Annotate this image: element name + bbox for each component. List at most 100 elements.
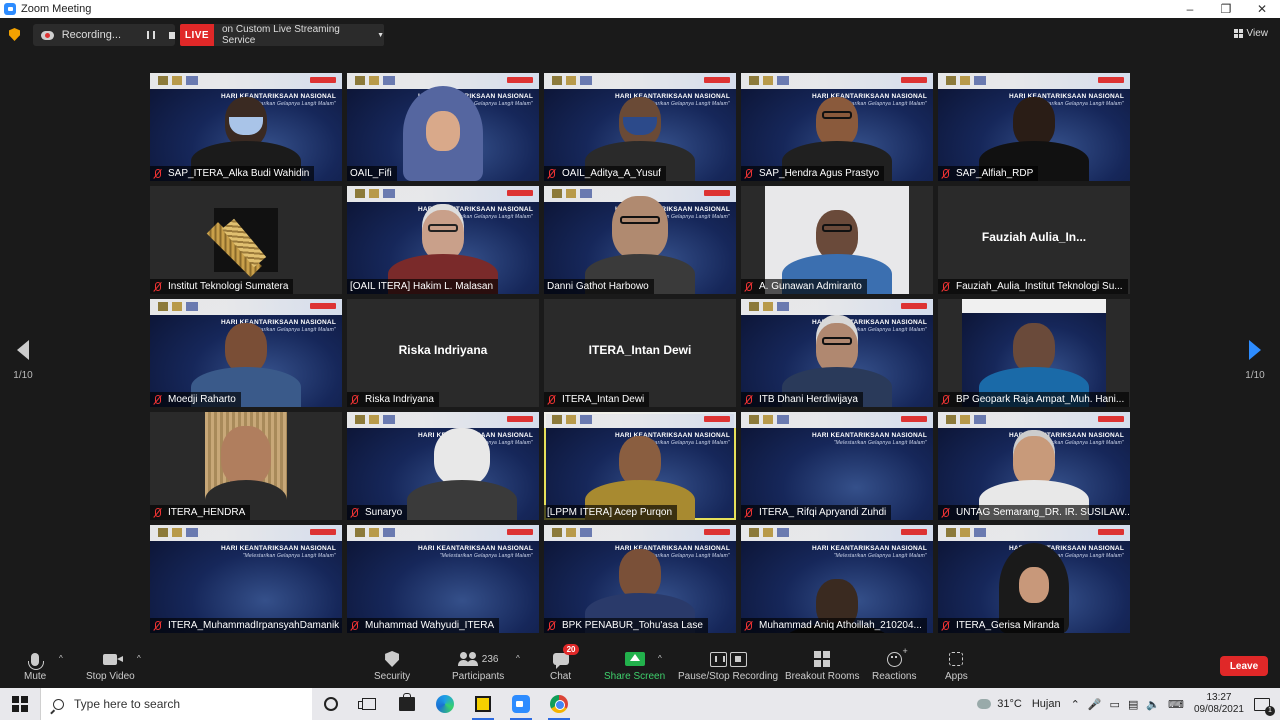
participant-tile[interactable]: HARI KEANTARIKSAAN NASIONAL"Melestarikan… <box>150 299 342 407</box>
participant-name-label: SAP_Hendra Agus Prastyo <box>741 166 885 181</box>
live-stream-dropdown[interactable]: on Custom Live Streaming Service ▼ <box>214 24 384 46</box>
participants-count: 236 <box>481 653 499 665</box>
participant-tile[interactable]: HARI KEANTARIKSAAN NASIONAL"Melestarikan… <box>347 73 539 181</box>
participant-tile[interactable]: HARI KEANTARIKSAAN NASIONAL"Melestarikan… <box>544 186 736 294</box>
participant-tile[interactable]: HARI KEANTARIKSAAN NASIONAL"Melestarikan… <box>938 412 1130 520</box>
arrow-left-icon <box>17 340 29 360</box>
chat-button[interactable]: 20 Chat <box>550 644 580 682</box>
page-indicator-left: 1/10 <box>13 370 33 381</box>
participant-tile-active-speaker[interactable]: HARI KEANTARIKSAAN NASIONAL "Melestarikan… <box>544 412 736 520</box>
participant-tile[interactable]: BP Geopark Raja Ampat_Muh. Hani... <box>938 299 1130 407</box>
close-button[interactable]: ✕ <box>1244 0 1280 18</box>
task-view-icon <box>358 698 376 710</box>
stop-recording-icon[interactable] <box>168 31 175 39</box>
window-controls: – ❐ ✕ <box>1172 0 1280 18</box>
previous-page-button[interactable]: 1/10 <box>8 340 38 381</box>
participant-tile[interactable]: HARI KEANTARIKSAAN NASIONAL"Melestarikan… <box>938 73 1130 181</box>
zoom-app-icon <box>4 3 16 15</box>
next-page-button[interactable]: 1/10 <box>1240 340 1270 381</box>
weather-condition[interactable]: Hujan <box>1032 698 1061 710</box>
taskbar-clock[interactable]: 13:27 09/08/2021 <box>1194 692 1244 716</box>
pause-stop-recording-button[interactable]: Pause/Stop Recording <box>678 650 778 682</box>
participants-options-caret[interactable]: ^ <box>516 654 520 663</box>
participant-tile[interactable]: HARI KEANTARIKSAAN NASIONAL"Melestarikan… <box>741 412 933 520</box>
participant-tile[interactable]: HARI KEANTARIKSAAN NASIONAL"Melestarikan… <box>150 525 342 633</box>
participant-tile[interactable]: HARI KEANTARIKSAAN NASIONAL"Melestarikan… <box>150 73 342 181</box>
participant-tile[interactable]: HARI KEANTARIKSAAN NASIONAL"Melestarikan… <box>347 525 539 633</box>
share-screen-button[interactable]: Share Screen <box>604 650 665 682</box>
tray-icons: ⌃ 🎤 ▭ ▤ 🔈 ⌨ <box>1071 698 1184 711</box>
muted-mic-icon <box>941 281 950 292</box>
temperature[interactable]: 31°C <box>997 698 1022 710</box>
breakout-rooms-button[interactable]: Breakout Rooms <box>785 650 859 682</box>
security-button[interactable]: Security <box>374 650 410 682</box>
taskbar-store-app[interactable] <box>388 688 426 720</box>
participants-button[interactable]: 236 Participants <box>452 650 504 682</box>
participant-tile[interactable]: Riska Indriyana Riska Indriyana <box>347 299 539 407</box>
participant-tile[interactable]: HARI KEANTARIKSAAN NASIONAL"Melestarikan… <box>544 525 736 633</box>
muted-mic-icon <box>153 620 162 631</box>
battery-icon[interactable]: ▭ <box>1110 698 1120 711</box>
notification-center-icon[interactable]: 1 <box>1254 697 1275 716</box>
participant-name-label: [LPPM ITERA] Acep Purqon <box>544 505 678 520</box>
participant-tile[interactable]: ITERA_Intan Dewi ITERA_Intan Dewi <box>544 299 736 407</box>
security-shield-icon <box>385 651 400 667</box>
taskbar-sticky-notes-app[interactable] <box>464 688 502 720</box>
participant-tile[interactable]: HARI KEANTARIKSAAN NASIONAL"Melestarikan… <box>741 299 933 407</box>
breakout-rooms-icon <box>814 651 831 667</box>
muted-mic-icon <box>350 507 359 518</box>
participant-tile[interactable]: HARI KEANTARIKSAAN NASIONAL"Melestarikan… <box>544 73 736 181</box>
participant-tile[interactable]: A. Gunawan Admiranto <box>741 186 933 294</box>
apps-button[interactable]: Apps <box>945 650 968 682</box>
cortana-button[interactable] <box>312 688 350 720</box>
network-icon[interactable]: ▤ <box>1128 698 1138 711</box>
participant-name-label: Riska Indriyana <box>347 392 439 407</box>
encryption-shield-icon[interactable] <box>9 28 20 41</box>
reactions-button[interactable]: Reactions <box>872 646 916 683</box>
muted-mic-icon <box>547 620 556 631</box>
mute-button[interactable]: Mute <box>24 650 46 682</box>
view-button[interactable]: View <box>1233 28 1269 39</box>
volume-icon[interactable]: 🔈 <box>1146 698 1160 711</box>
video-options-caret[interactable]: ^ <box>137 654 141 663</box>
task-view-button[interactable] <box>350 688 388 720</box>
view-label: View <box>1246 28 1269 39</box>
chevron-up-icon[interactable]: ⌃ <box>1071 698 1080 711</box>
participant-tile[interactable]: Institut Teknologi Sumatera <box>150 186 342 294</box>
participant-tile[interactable]: HARI KEANTARIKSAAN NASIONAL"Melestarikan… <box>741 525 933 633</box>
participant-name-label: Institut Teknologi Sumatera <box>150 279 294 294</box>
participant-tile[interactable]: ITERA_HENDRA <box>150 412 342 520</box>
participant-name-label: A. Gunawan Admiranto <box>741 279 867 294</box>
participant-name-label: OAIL_Aditya_A_Yusuf <box>544 166 666 181</box>
taskbar-zoom-app[interactable] <box>502 688 540 720</box>
search-placeholder: Type here to search <box>74 697 181 711</box>
participant-name-label: ITERA_HENDRA <box>150 505 251 520</box>
minimize-button[interactable]: – <box>1172 0 1208 18</box>
window-title: Zoom Meeting <box>21 3 92 15</box>
weather-rain-icon[interactable] <box>977 699 992 709</box>
leave-button[interactable]: Leave <box>1220 656 1268 676</box>
taskbar-edge-app[interactable] <box>426 688 464 720</box>
share-options-caret[interactable]: ^ <box>658 654 662 663</box>
stop-icon <box>729 651 747 667</box>
participant-tile[interactable]: Fauziah Aulia_In... Fauziah_Aulia_Instit… <box>938 186 1130 294</box>
participant-name-label: Muhammad Wahyudi_ITERA <box>347 618 500 633</box>
participant-tile[interactable]: HARI KEANTARIKSAAN NASIONAL"Melestarikan… <box>347 186 539 294</box>
pause-recording-icon[interactable] <box>147 31 155 39</box>
keyboard-icon[interactable]: ⌨ <box>1168 698 1184 711</box>
stop-video-button[interactable]: Stop Video <box>86 650 135 682</box>
windows-start-icon[interactable] <box>12 696 28 712</box>
audio-options-caret[interactable]: ^ <box>59 654 63 663</box>
taskbar-chrome-app[interactable] <box>540 688 578 720</box>
participant-name-label: Moedji Raharto <box>150 392 241 407</box>
participant-tile[interactable]: HARI KEANTARIKSAAN NASIONAL"Melestarikan… <box>938 525 1130 633</box>
clock-date: 09/08/2021 <box>1193 704 1244 715</box>
microphone-tray-icon[interactable]: 🎤 <box>1088 698 1102 711</box>
taskbar-search-box[interactable]: Type here to search <box>40 688 312 720</box>
muted-mic-icon <box>941 394 950 405</box>
participant-name-label: ITERA_ Rifqi Apryandi Zuhdi <box>741 505 892 520</box>
participant-tile[interactable]: HARI KEANTARIKSAAN NASIONAL"Melestarikan… <box>347 412 539 520</box>
maximize-button[interactable]: ❐ <box>1208 0 1244 18</box>
participant-tile[interactable]: HARI KEANTARIKSAAN NASIONAL"Melestarikan… <box>741 73 933 181</box>
sticky-notes-icon <box>475 696 491 712</box>
